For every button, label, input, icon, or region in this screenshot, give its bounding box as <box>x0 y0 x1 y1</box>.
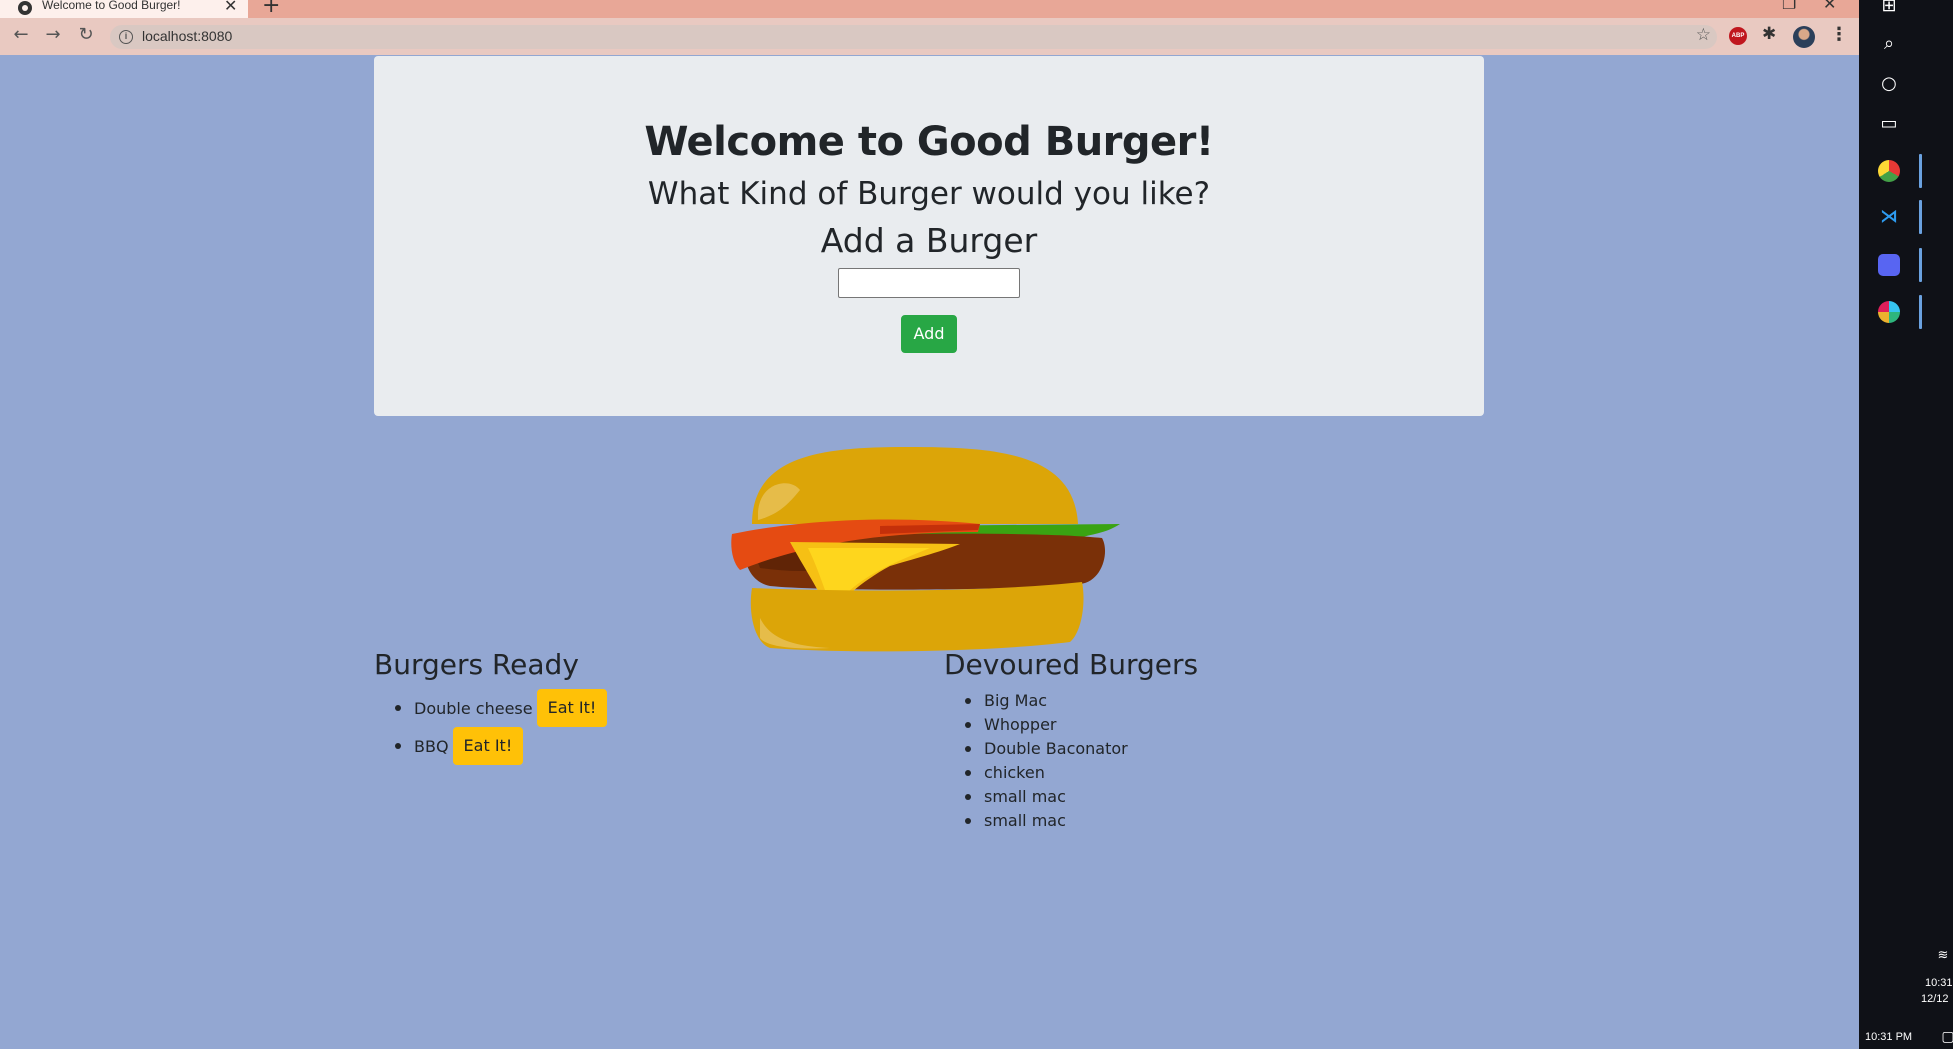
windows-start-icon[interactable]: ⊞ <box>1878 0 1900 17</box>
browser-menu-icon[interactable]: ⋮ <box>1830 24 1848 45</box>
running-indicator <box>1919 154 1922 188</box>
cortana-icon[interactable]: ○ <box>1878 73 1900 95</box>
burgers-ready-title: Burgers Ready <box>374 648 579 681</box>
list-item: BBQ Eat It! <box>394 727 607 765</box>
browser-toolbar: ← → ↻ i localhost:8080 ☆ ABP ✱ ⋮ <box>0 18 1859 55</box>
side-clock-time: 10:31 <box>1925 977 1953 989</box>
site-info-icon[interactable]: i <box>119 30 133 44</box>
list-item: Double Baconator <box>964 737 1128 761</box>
new-tab-button[interactable]: + <box>262 0 280 18</box>
devoured-burgers-title: Devoured Burgers <box>944 648 1199 681</box>
vscode-app-icon[interactable]: ⋊ <box>1878 206 1900 228</box>
browser-tab-strip: Welcome to Good Burger! ✕ + ❐ ✕ <box>0 0 1859 18</box>
url-text[interactable]: localhost:8080 <box>142 28 232 44</box>
page-title: Welcome to Good Burger! <box>644 119 1214 165</box>
header-jumbotron: Welcome to Good Burger! What Kind of Bur… <box>374 56 1484 416</box>
windows-taskbar <box>1859 0 1953 1049</box>
list-item: Double cheese Eat It! <box>394 689 608 727</box>
running-indicator <box>1919 248 1922 282</box>
restore-window-icon[interactable]: ❐ <box>1782 0 1796 13</box>
search-icon[interactable]: ⌕ <box>1878 33 1900 55</box>
burger-illustration <box>731 447 1120 652</box>
page-subtitle: What Kind of Burger would you like? <box>647 176 1211 212</box>
profile-avatar[interactable] <box>1793 26 1815 48</box>
close-window-icon[interactable]: ✕ <box>1823 0 1836 13</box>
running-indicator <box>1919 295 1922 329</box>
add-burger-heading: Add a Burger <box>820 221 1038 260</box>
burger-name-input[interactable] <box>838 268 1020 298</box>
discord-app-icon[interactable] <box>1878 254 1900 276</box>
extensions-puzzle-icon[interactable]: ✱ <box>1762 24 1776 44</box>
tab-title: Welcome to Good Burger! <box>42 0 181 12</box>
slack-app-icon[interactable] <box>1878 301 1900 323</box>
bookmark-star-icon[interactable]: ☆ <box>1696 25 1711 45</box>
browser-tab[interactable]: Welcome to Good Burger! ✕ <box>0 0 248 18</box>
forward-button[interactable]: → <box>41 24 65 45</box>
list-item: small mac <box>964 785 1128 809</box>
chrome-app-icon[interactable] <box>1878 160 1900 182</box>
list-item: chicken <box>964 761 1128 785</box>
wifi-icon[interactable]: ≋ <box>1932 945 1953 967</box>
list-item: Whopper <box>964 713 1128 737</box>
taskbar-clock[interactable]: 10:31 PM <box>1865 1031 1912 1043</box>
reload-button[interactable]: ↻ <box>74 24 98 45</box>
task-view-icon[interactable]: ▭ <box>1878 113 1900 135</box>
back-button[interactable]: ← <box>9 24 33 45</box>
adblock-extension-icon[interactable]: ABP <box>1729 27 1747 45</box>
devoured-burgers-list: Big Mac Whopper Double Baconator chicken… <box>964 689 1128 833</box>
notifications-icon[interactable]: ▢ <box>1937 1026 1953 1048</box>
burgers-ready-list: Double cheese Eat It! BBQ Eat It! <box>394 689 608 765</box>
running-indicator <box>1919 200 1922 234</box>
side-clock-date: 12/12 <box>1921 993 1949 1005</box>
eat-it-button[interactable]: Eat It! <box>452 727 524 765</box>
address-bar[interactable]: i localhost:8080 ☆ <box>110 25 1717 49</box>
site-favicon-icon <box>18 1 32 15</box>
burger-name: Double cheese <box>414 698 533 718</box>
tab-close-icon[interactable]: ✕ <box>224 0 237 15</box>
list-item: Big Mac <box>964 689 1128 713</box>
list-item: small mac <box>964 809 1128 833</box>
eat-it-button[interactable]: Eat It! <box>536 689 608 727</box>
add-burger-button[interactable]: Add <box>901 315 957 353</box>
burger-name: BBQ <box>414 736 449 756</box>
